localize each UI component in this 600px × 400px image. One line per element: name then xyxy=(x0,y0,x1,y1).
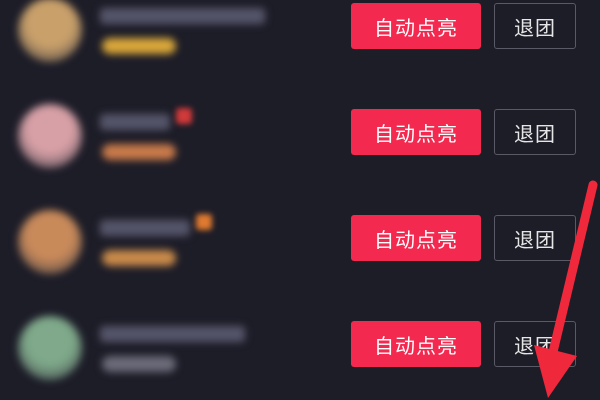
list-item: 自动点亮 退团 xyxy=(0,0,600,78)
group-tag-blurred xyxy=(102,356,176,372)
group-name-blurred xyxy=(100,114,170,130)
group-name-blurred xyxy=(100,326,245,342)
auto-light-button[interactable]: 自动点亮 xyxy=(351,321,481,367)
list-item: 自动点亮 退团 xyxy=(0,290,600,396)
group-tag-blurred xyxy=(102,250,176,266)
level-badge-icon xyxy=(176,108,192,124)
auto-light-button[interactable]: 自动点亮 xyxy=(351,215,481,261)
avatar xyxy=(18,316,82,380)
quit-group-button[interactable]: 退团 xyxy=(494,109,576,155)
fan-group-list: 自动点亮 退团 自动点亮 退团 自动点亮 退团 自动点亮 退团 xyxy=(0,0,600,396)
list-item: 自动点亮 退团 xyxy=(0,184,600,290)
avatar xyxy=(18,0,82,62)
group-tag-blurred xyxy=(102,144,176,160)
quit-group-button[interactable]: 退团 xyxy=(494,321,576,367)
quit-group-button[interactable]: 退团 xyxy=(494,3,576,49)
avatar xyxy=(18,104,82,168)
group-tag-blurred xyxy=(102,38,176,54)
avatar xyxy=(18,210,82,274)
level-badge-icon xyxy=(196,214,212,230)
auto-light-button[interactable]: 自动点亮 xyxy=(351,3,481,49)
list-item: 自动点亮 退团 xyxy=(0,78,600,184)
quit-group-button[interactable]: 退团 xyxy=(494,215,576,261)
group-name-blurred xyxy=(100,8,265,24)
auto-light-button[interactable]: 自动点亮 xyxy=(351,109,481,155)
group-name-blurred xyxy=(100,220,190,236)
